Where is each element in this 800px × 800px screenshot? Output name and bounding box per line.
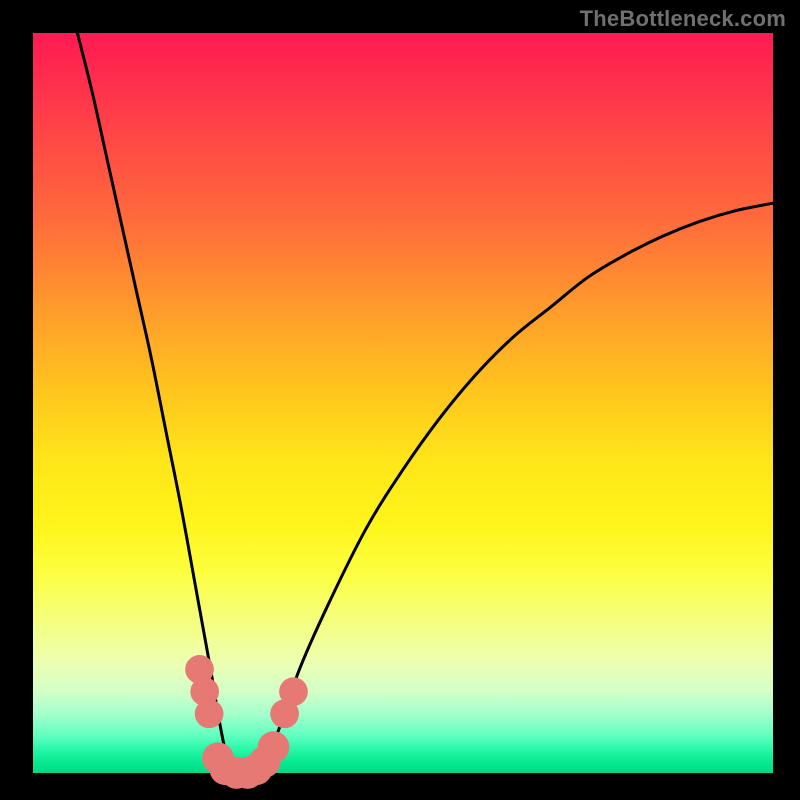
marker-dot [279, 677, 308, 706]
plot-area [33, 33, 773, 773]
marker-dot [195, 699, 224, 728]
chart-frame: TheBottleneck.com [0, 0, 800, 800]
marker-dot [258, 731, 290, 763]
curve-svg [33, 33, 773, 773]
watermark-text: TheBottleneck.com [580, 6, 786, 32]
bottleneck-curve [77, 33, 773, 775]
marker-dots [185, 655, 308, 789]
